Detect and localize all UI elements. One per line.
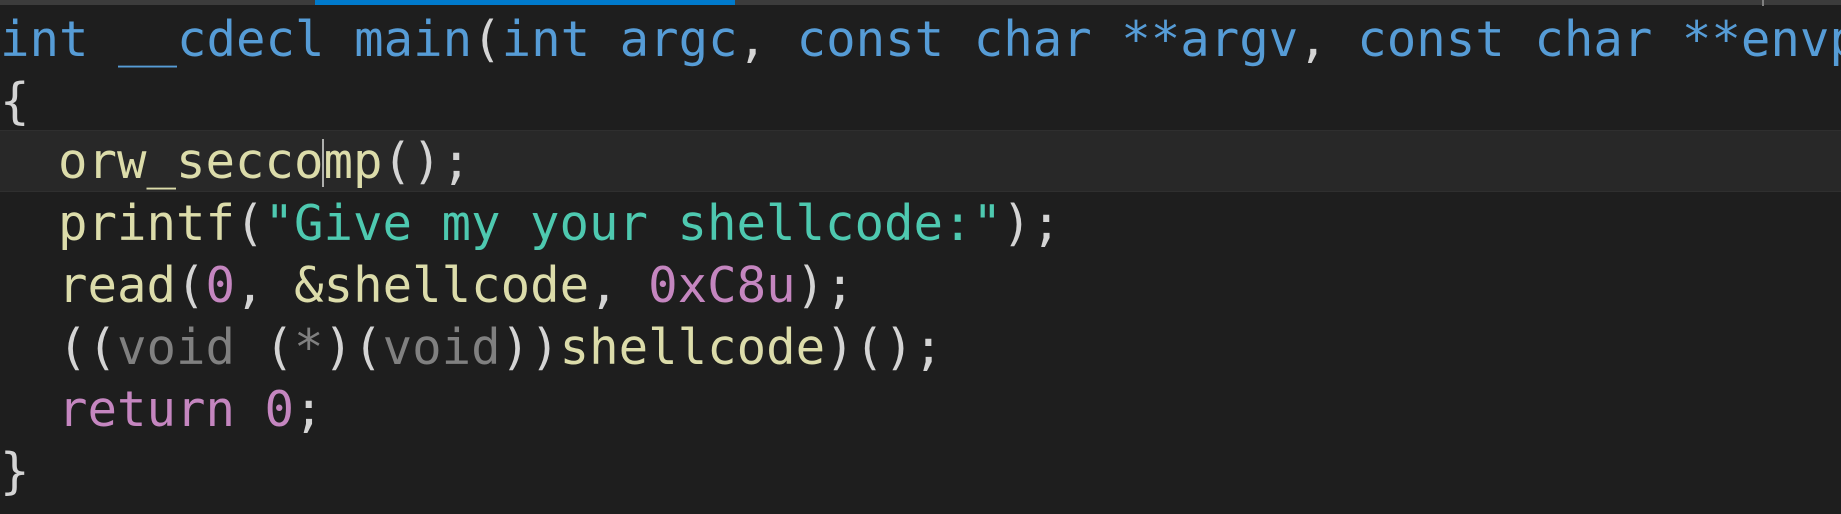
- paren-close-semicolon: );: [1002, 195, 1062, 252]
- keyword-const: const: [1357, 11, 1505, 68]
- code-line-signature[interactable]: int __cdecl main(int argc, const char **…: [0, 9, 1841, 71]
- double-paren-open: ((: [58, 319, 118, 376]
- keyword-const: const: [796, 11, 945, 68]
- active-tab-indicator: [315, 0, 735, 5]
- close-brace: }: [0, 443, 30, 500]
- code-line-shellcode-call[interactable]: ((void (*)(void))shellcode)();: [0, 317, 943, 379]
- call-parens-semicolon: )();: [825, 319, 944, 376]
- function-call-orw-seccomp-part1: orw_secco: [58, 131, 324, 193]
- code-editor[interactable]: int __cdecl main(int argc, const char **…: [0, 0, 1841, 514]
- paren-open: (: [472, 11, 502, 68]
- paren-open: (: [235, 319, 295, 376]
- keyword-char: char: [973, 11, 1092, 68]
- open-brace: {: [0, 73, 30, 130]
- function-name-main: main: [354, 11, 473, 68]
- code-line-read[interactable]: read(0, &shellcode, 0xC8u);: [0, 255, 855, 317]
- function-call-printf: printf: [58, 195, 236, 252]
- keyword-char: char: [1534, 11, 1653, 68]
- keyword-int-param: int: [501, 11, 591, 68]
- paren-pair: )(: [323, 319, 383, 376]
- pointer-star: *: [294, 319, 324, 376]
- code-line-close-brace[interactable]: }: [0, 441, 30, 503]
- param-envp: **envp: [1681, 11, 1841, 68]
- text-cursor: [321, 139, 324, 187]
- identifier-shellcode-ref: &shellcode: [294, 257, 590, 314]
- code-line-open-brace[interactable]: {: [0, 71, 30, 133]
- semicolon: ;: [294, 381, 324, 438]
- scrollbar-marker: [1762, 0, 1764, 6]
- comma: ,: [1298, 11, 1328, 68]
- code-line-return[interactable]: return 0;: [0, 379, 324, 441]
- keyword-int: int: [0, 11, 89, 68]
- string-literal: "Give my your shellcode:": [264, 195, 1003, 252]
- call-parens: ();: [382, 133, 472, 190]
- identifier-shellcode: shellcode: [559, 319, 826, 376]
- double-paren-close: )): [500, 319, 560, 376]
- keyword-void: void: [117, 319, 236, 376]
- editor-top-border: [0, 0, 1841, 5]
- function-call-read: read: [58, 257, 177, 314]
- function-call-orw-seccomp-part2: mp: [323, 133, 383, 190]
- code-line-seccomp-call[interactable]: orw_secco mp();: [0, 131, 471, 193]
- number-literal-hex: 0xC8u: [648, 257, 796, 314]
- code-line-printf[interactable]: printf("Give my your shellcode:");: [0, 193, 1061, 255]
- keyword-cdecl: __cdecl: [118, 11, 325, 68]
- comma: ,: [737, 11, 768, 68]
- keyword-void: void: [382, 319, 501, 376]
- number-literal-zero: 0: [205, 257, 236, 314]
- token-before-cursor: orw_secco: [58, 133, 324, 190]
- separator: ,: [589, 257, 649, 314]
- param-argv: **argv: [1121, 11, 1299, 68]
- number-literal-zero: 0: [264, 381, 295, 438]
- paren-close-semicolon: );: [795, 257, 855, 314]
- paren-open: (: [176, 257, 206, 314]
- separator: ,: [235, 257, 295, 314]
- param-argc: argc: [619, 11, 738, 68]
- paren-open: (: [235, 195, 265, 252]
- keyword-return: return: [58, 381, 236, 438]
